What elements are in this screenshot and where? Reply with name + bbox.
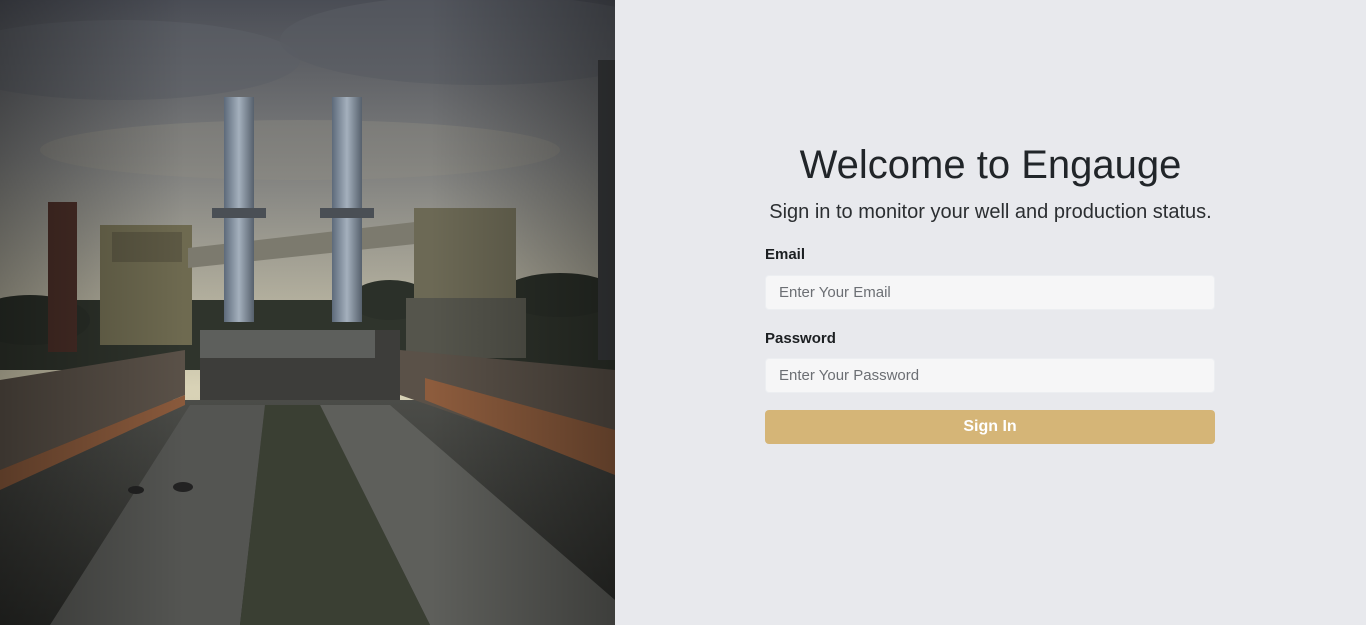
email-label: Email xyxy=(765,246,806,263)
password-field[interactable] xyxy=(765,358,1215,393)
industrial-plant-photo xyxy=(0,0,615,625)
page-title: Welcome to Engauge xyxy=(799,143,1182,187)
hero-image xyxy=(0,0,615,625)
login-panel: Welcome to Engauge Sign in to monitor yo… xyxy=(615,0,1366,625)
email-field[interactable] xyxy=(765,275,1215,310)
password-label: Password xyxy=(765,330,836,347)
page-subtitle: Sign in to monitor your well and product… xyxy=(769,201,1212,223)
sign-in-button[interactable]: Sign In xyxy=(765,410,1215,444)
